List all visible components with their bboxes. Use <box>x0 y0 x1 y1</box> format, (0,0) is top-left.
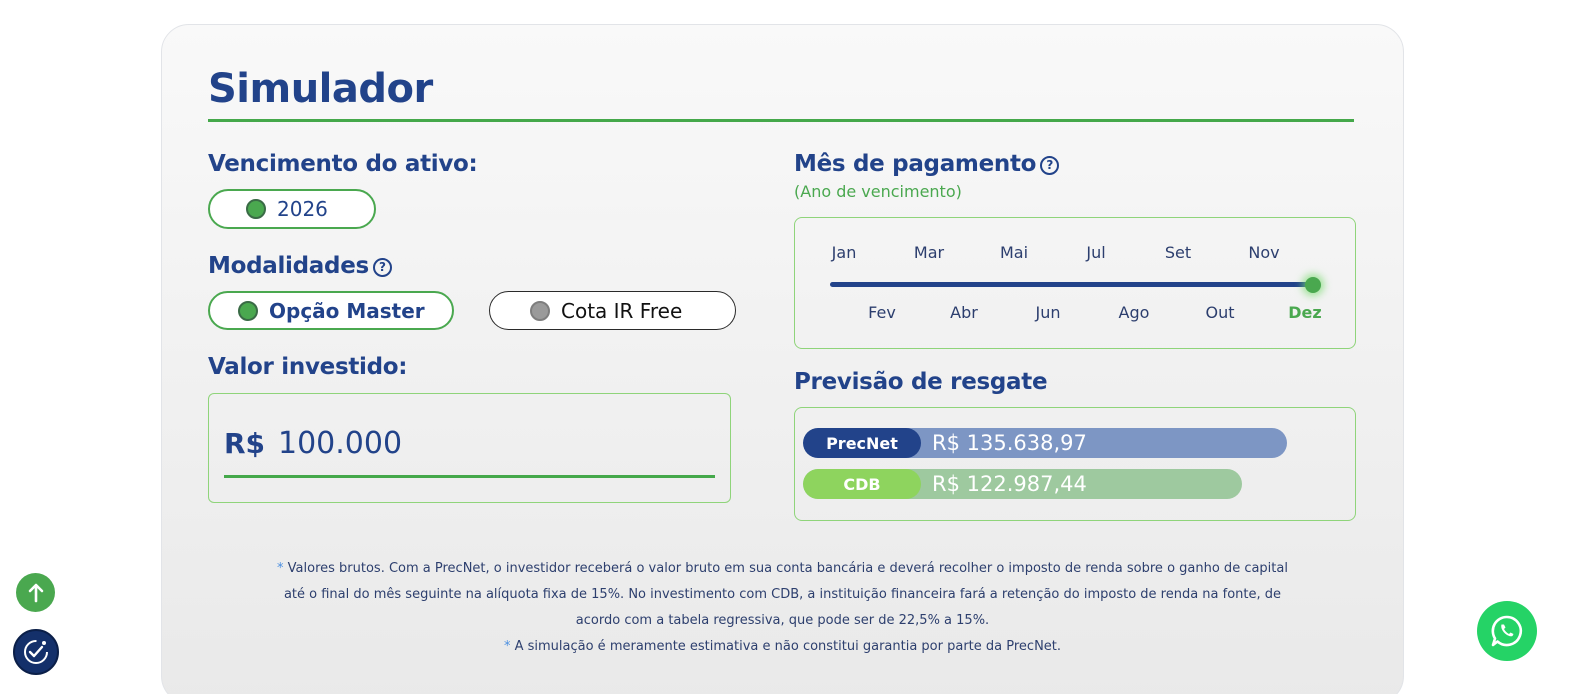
payment-month-subtitle: (Ano de vencimento) <box>794 182 962 201</box>
help-icon[interactable]: ? <box>1040 156 1060 175</box>
forecast-bar-value: R$ 122.987,44 <box>932 472 1087 496</box>
month-out[interactable]: Out <box>1205 303 1234 322</box>
forecast-heading: Previsão de resgate <box>794 369 1048 395</box>
footnote-text-2: A simulação é meramente estimativa e não… <box>514 639 1062 654</box>
forecast-bar-cdb: CDB R$ 122.987,44 <box>803 469 1242 499</box>
modality-option-master[interactable]: Opção Master <box>208 291 454 330</box>
month-mai[interactable]: Mai <box>1000 243 1028 262</box>
month-slider-track[interactable] <box>830 282 1314 287</box>
currency-label: R$ <box>224 427 266 460</box>
invested-value-input[interactable] <box>278 423 714 463</box>
month-fev[interactable]: Fev <box>868 303 896 322</box>
footnote: * Valores brutos. Com a PrecNet, o inves… <box>265 556 1300 660</box>
whatsapp-button[interactable] <box>1477 601 1537 661</box>
footnote-line-2: * A simulação é meramente estimativa e n… <box>265 634 1300 660</box>
accessibility-button[interactable] <box>13 629 59 675</box>
title-divider <box>208 119 1354 122</box>
payment-month-heading-label: Mês de pagamento <box>794 151 1037 177</box>
footnote-star: * <box>503 639 511 654</box>
month-ago[interactable]: Ago <box>1119 303 1150 322</box>
month-jan[interactable]: Jan <box>832 243 857 262</box>
forecast-bar-label: CDB <box>803 469 921 499</box>
month-jun[interactable]: Jun <box>1036 303 1061 322</box>
month-mar[interactable]: Mar <box>914 243 944 262</box>
modalities-heading: Modalidades? <box>208 253 392 279</box>
invested-heading: Valor investido: <box>208 354 408 380</box>
month-set[interactable]: Set <box>1165 243 1191 262</box>
month-slider-handle[interactable] <box>1305 277 1321 293</box>
forecast-bar-precnet: PrecNet R$ 135.638,97 <box>803 428 1287 458</box>
footnote-text-1: Valores brutos. Com a PrecNet, o investi… <box>283 561 1288 628</box>
maturity-option-2026[interactable]: 2026 <box>208 189 376 229</box>
payment-month-heading: Mês de pagamento? <box>794 151 1060 177</box>
forecast-box <box>794 407 1356 521</box>
arrow-up-icon <box>28 583 43 602</box>
footnote-line-1: * Valores brutos. Com a PrecNet, o inves… <box>265 556 1300 634</box>
month-dez[interactable]: Dez <box>1288 303 1321 322</box>
radio-selected-icon <box>246 199 266 219</box>
forecast-bar-value: R$ 135.638,97 <box>932 431 1087 455</box>
page-title: Simulador <box>208 66 433 112</box>
month-nov[interactable]: Nov <box>1248 243 1279 262</box>
modality-option-label: Opção Master <box>269 298 425 323</box>
whatsapp-icon <box>1491 615 1523 647</box>
month-abr[interactable]: Abr <box>950 303 978 322</box>
accessibility-check-icon <box>24 640 48 664</box>
radio-unselected-icon <box>530 300 550 321</box>
invested-underline <box>224 475 715 478</box>
modality-option-ir-free[interactable]: Cota IR Free <box>489 291 736 330</box>
modalities-heading-label: Modalidades <box>208 253 369 279</box>
maturity-heading: Vencimento do ativo: <box>208 151 478 177</box>
scroll-top-button[interactable] <box>16 573 55 612</box>
help-icon[interactable]: ? <box>372 258 392 277</box>
modality-option-label: Cota IR Free <box>561 298 683 323</box>
maturity-option-label: 2026 <box>277 197 328 221</box>
month-jul[interactable]: Jul <box>1086 243 1105 262</box>
footnote-star: * <box>277 561 284 576</box>
forecast-bar-label: PrecNet <box>803 428 921 458</box>
radio-selected-icon <box>238 300 258 321</box>
